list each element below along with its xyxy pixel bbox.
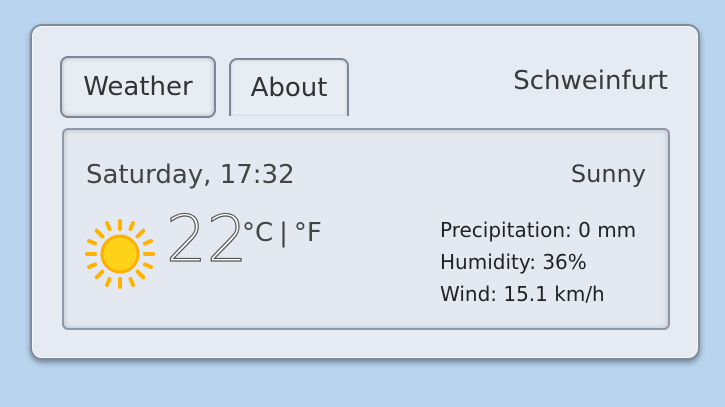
- temperature-value: 22: [165, 203, 248, 277]
- location-name: Schweinfurt: [513, 66, 668, 96]
- celsius-toggle[interactable]: °C: [242, 218, 273, 248]
- wind-text: Wind: 15.1 km/h: [440, 282, 605, 306]
- unit-separator: |: [279, 218, 288, 248]
- sun-icon: [85, 219, 155, 289]
- fahrenheit-toggle[interactable]: °F: [294, 218, 322, 248]
- weather-condition: Sunny: [570, 160, 646, 188]
- tab-about[interactable]: About: [229, 58, 349, 116]
- precipitation-text: Precipitation: 0 mm: [440, 218, 637, 242]
- date-time: Saturday, 17:32: [86, 160, 295, 190]
- weather-details: Precipitation: 0 mm Humidity: 36% Wind: …: [440, 214, 636, 310]
- weather-widget: Weather About Schweinfurt Saturday, 17:3…: [30, 24, 700, 360]
- unit-switch: °C | °F: [242, 218, 322, 248]
- tab-weather[interactable]: Weather: [60, 56, 216, 118]
- humidity-text: Humidity: 36%: [440, 250, 587, 274]
- weather-panel: Saturday, 17:32 Sunny 22 °C | °F Precipi…: [62, 128, 670, 330]
